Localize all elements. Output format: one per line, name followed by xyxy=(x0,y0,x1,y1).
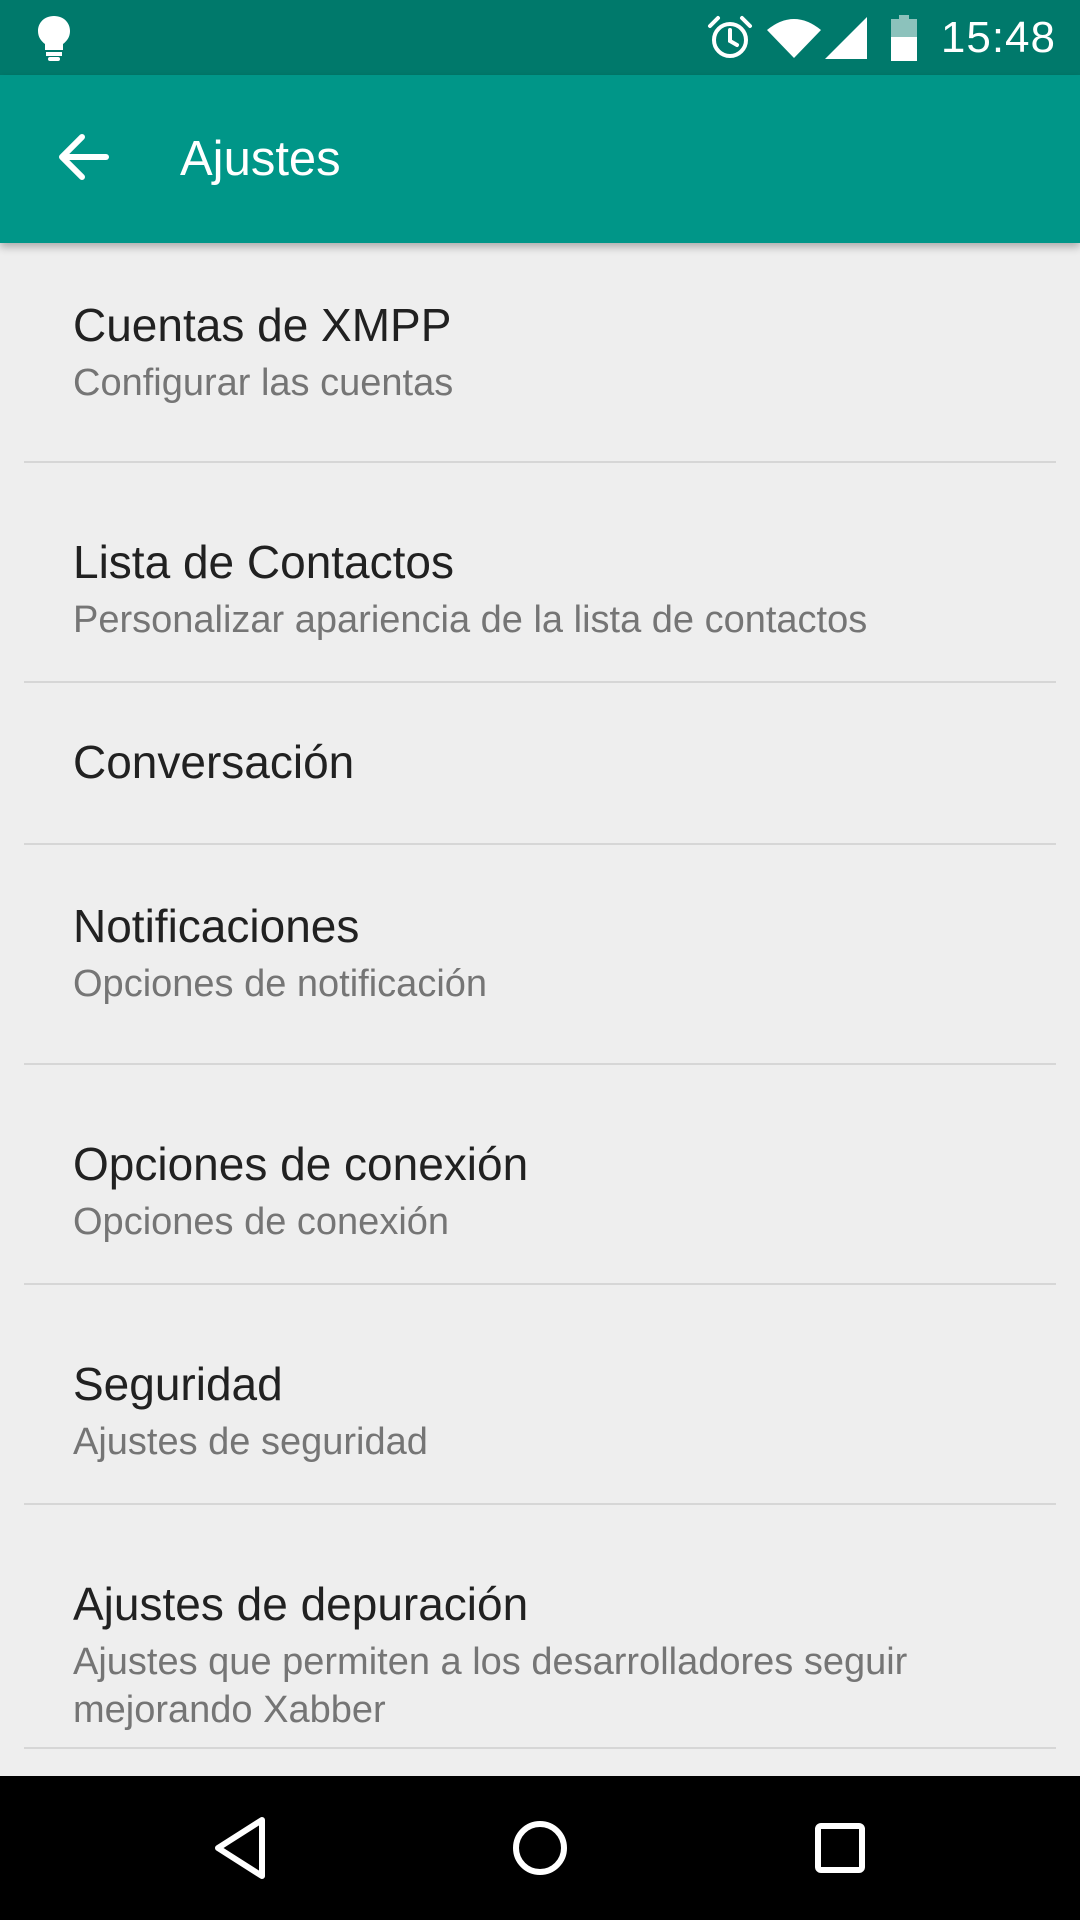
wifi-icon xyxy=(766,18,821,58)
setting-title: Cuentas de XMPP xyxy=(73,299,452,351)
setting-conversation[interactable]: Conversación xyxy=(0,683,1080,843)
setting-debug[interactable]: Ajustes de depuración Ajustes que permit… xyxy=(0,1505,1080,1747)
arrow-back-icon xyxy=(59,134,109,180)
settings-list: Cuentas de XMPP Configurar las cuentas L… xyxy=(0,243,1080,1749)
status-time: 15:48 xyxy=(940,12,1056,62)
status-bar: 15:48 xyxy=(0,0,1080,75)
setting-summary: Opciones de notificación xyxy=(73,963,488,1005)
page-title: Ajustes xyxy=(180,132,341,186)
setting-summary: Opciones de conexión xyxy=(73,1201,450,1243)
setting-title: Lista de Contactos xyxy=(73,536,455,588)
back-button[interactable] xyxy=(52,125,116,189)
setting-notifications[interactable]: Notificaciones Opciones de notificación xyxy=(0,845,1080,1063)
battery-icon xyxy=(890,14,917,61)
setting-summary: Ajustes que permiten a los desarrollador… xyxy=(73,1641,908,1731)
setting-xmpp-accounts[interactable]: Cuentas de XMPP Configurar las cuentas xyxy=(0,243,1080,461)
divider xyxy=(24,1747,1056,1749)
setting-title: Notificaciones xyxy=(73,900,360,952)
lightbulb-icon xyxy=(36,14,72,67)
setting-summary: Personalizar apariencia de la lista de c… xyxy=(73,599,868,641)
nav-home-icon[interactable] xyxy=(504,1812,576,1884)
setting-title: Seguridad xyxy=(73,1358,283,1410)
setting-security[interactable]: Seguridad Ajustes de seguridad xyxy=(0,1285,1080,1503)
app-bar: Ajustes xyxy=(0,75,1080,243)
signal-icon xyxy=(824,16,867,59)
setting-title: Opciones de conexión xyxy=(73,1138,529,1190)
setting-summary: Ajustes de seguridad xyxy=(73,1421,428,1463)
setting-summary: Configurar las cuentas xyxy=(73,362,454,404)
alarm-icon xyxy=(707,15,753,61)
setting-connection-options[interactable]: Opciones de conexión Opciones de conexió… xyxy=(0,1065,1080,1283)
nav-recents-icon[interactable] xyxy=(804,1812,876,1884)
setting-title: Ajustes de depuración xyxy=(73,1578,529,1630)
setting-title: Conversación xyxy=(73,736,355,788)
status-icons: 15:48 xyxy=(707,0,1056,75)
setting-contact-list[interactable]: Lista de Contactos Personalizar aparienc… xyxy=(0,463,1080,681)
navigation-bar xyxy=(0,1776,1080,1920)
nav-back-icon[interactable] xyxy=(206,1812,278,1884)
